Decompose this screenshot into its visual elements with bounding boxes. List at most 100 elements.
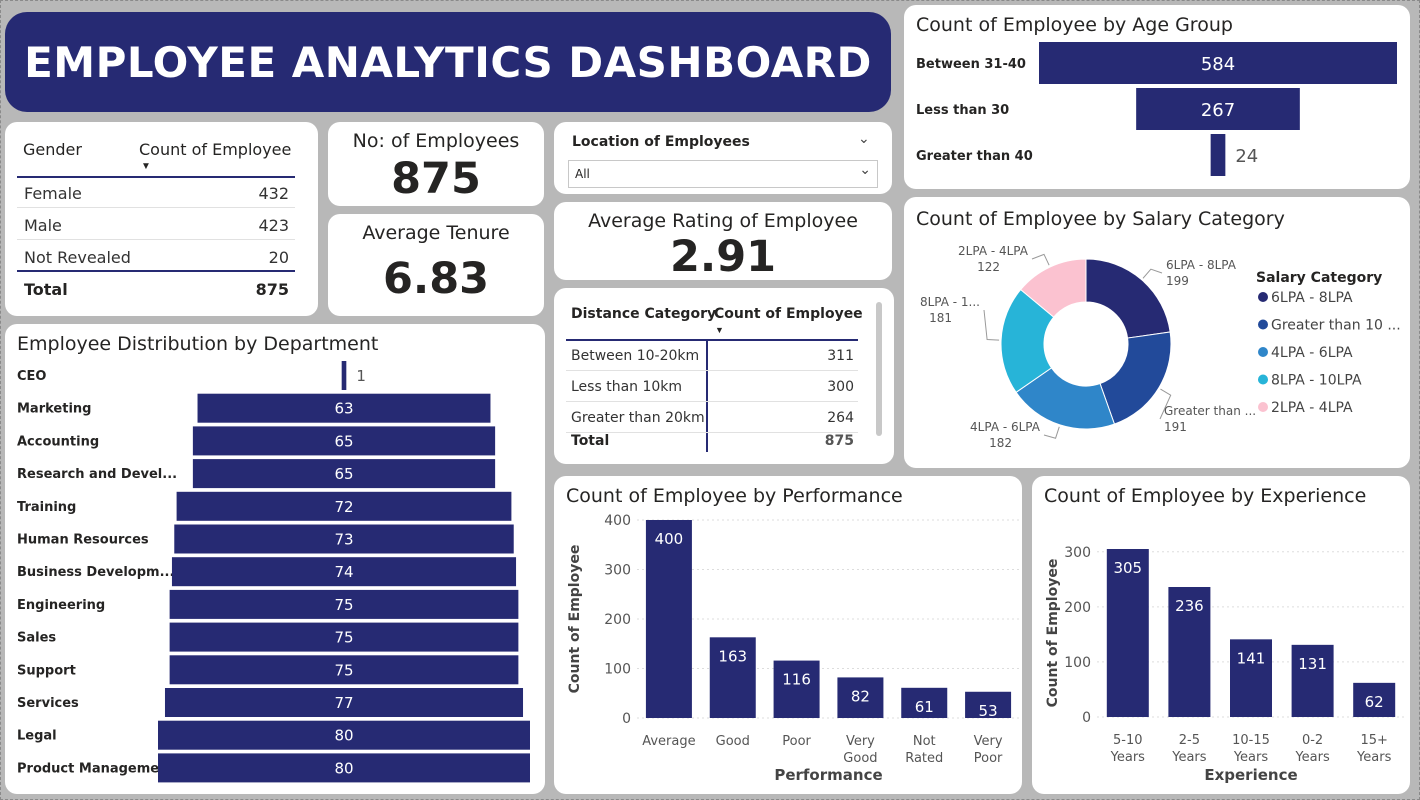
performance-xtick-label: Not <box>913 734 936 749</box>
dropdown-chevron-icon[interactable]: ⌄ <box>859 161 871 178</box>
experience-ytick-label: 100 <box>1064 655 1091 671</box>
performance-ytick-label: 100 <box>604 662 631 678</box>
salary-slice-value: 181 <box>929 311 952 325</box>
tenure-kpi-value: 6.83 <box>382 254 490 304</box>
sort-down-icon[interactable]: ▼ <box>715 325 724 335</box>
experience-chart-card[interactable]: Count of Employee by Experience 0 100 200 3… <box>1032 476 1410 794</box>
experience-ytick-label: 200 <box>1064 600 1091 616</box>
department-data-label: 80 <box>334 727 353 745</box>
department-category-label: Services <box>17 696 79 711</box>
employees-kpi-value: 875 <box>391 154 481 204</box>
performance-xtick-label: Very <box>974 734 1003 749</box>
department-data-label: 1 <box>356 367 366 385</box>
total-divider <box>17 270 295 272</box>
count-cell: 264 <box>827 410 854 426</box>
experience-xtick-label: 5-10 <box>1113 733 1143 748</box>
chevron-down-icon[interactable]: ⌄ <box>858 130 870 147</box>
count-cell: 311 <box>827 348 854 364</box>
performance-chart-card[interactable]: Count of Employee by Performance 0 100 200… <box>554 476 1022 794</box>
dashboard-title: EMPLOYEE ANALYTICS DASHBOARD <box>24 37 872 87</box>
department-bar <box>341 361 347 390</box>
total-value: 875 <box>255 280 289 299</box>
performance-data-label: 61 <box>915 698 934 716</box>
performance-data-label: 82 <box>851 687 870 705</box>
gender-cell: Female <box>24 184 82 203</box>
salary-slice-value: 182 <box>989 436 1012 450</box>
salary-slice-label: 4LPA - 6LPA <box>970 420 1041 434</box>
experience-chart[interactable]: 0 100 200 300 305 5-10 Years 236 2-5 Years 141 10-1… <box>1032 476 1410 794</box>
salary-slice-value: 199 <box>1166 274 1189 288</box>
department-category-label: Training <box>17 500 76 515</box>
age-data-label: 584 <box>1201 54 1235 75</box>
employees-kpi-card: No: of Employees 875 <box>328 122 544 206</box>
department-data-label: 75 <box>334 629 353 647</box>
distance-count-header[interactable]: Count of Employee <box>714 306 863 322</box>
sort-down-icon[interactable]: ▼ <box>141 161 151 172</box>
performance-data-label: 53 <box>979 702 998 720</box>
department-data-label: 65 <box>334 465 353 483</box>
age-group-chart-card[interactable]: Count of Employee by Age Group Between 3… <box>904 5 1410 189</box>
salary-legend-marker <box>1258 402 1268 412</box>
salary-donut-chart[interactable]: 6LPA - 8LPA 199 Greater than ... 191 4LPA - … <box>904 197 1410 468</box>
performance-ytick-label: 200 <box>604 612 631 628</box>
age-category-label: Greater than 40 <box>916 149 1033 164</box>
salary-legend-entry: 4LPA - 6LPA <box>1271 345 1353 361</box>
performance-xtick-label: Rated <box>905 751 943 766</box>
experience-xtick-label: Years <box>1356 750 1392 765</box>
distance-table-card[interactable]: Distance Category Count of Employee ▼ Be… <box>554 288 894 464</box>
salary-slice-label: 6LPA - 8LPA <box>1166 258 1237 272</box>
department-category-label: Accounting <box>17 434 99 449</box>
count-cell: 423 <box>258 216 289 235</box>
department-category-label: CEO <box>17 369 46 384</box>
performance-ytick-label: 400 <box>604 513 631 529</box>
department-data-label: 72 <box>334 498 353 516</box>
department-data-label: 74 <box>334 563 353 581</box>
count-cell: 432 <box>258 184 289 203</box>
rating-kpi-value: 2.91 <box>669 232 777 280</box>
gender-table-card[interactable]: Gender Count of Employee ▼ Female 432 Male… <box>5 122 318 316</box>
performance-data-label: 116 <box>782 671 811 689</box>
salary-legend-entry: 6LPA - 8LPA <box>1271 290 1353 306</box>
age-bar <box>1210 134 1226 176</box>
performance-bar <box>645 520 692 718</box>
salary-slice <box>1099 331 1172 425</box>
distance-cell: Greater than 20km <box>571 410 705 426</box>
scrollbar[interactable] <box>876 302 882 436</box>
department-category-label: Support <box>17 663 76 678</box>
age-group-chart[interactable]: Between 31-40 584 Less than 30 267 Greater t… <box>904 5 1410 189</box>
total-label: Total <box>571 433 610 449</box>
location-dropdown[interactable]: All ⌄ <box>568 160 878 188</box>
location-dropdown-value: All <box>575 167 590 181</box>
department-data-label: 80 <box>334 759 353 777</box>
department-data-label: 75 <box>334 596 353 614</box>
employees-kpi-label: No: of Employees <box>352 130 520 152</box>
department-category-label: Human Resources <box>17 533 149 548</box>
age-category-label: Less than 30 <box>916 103 1009 118</box>
distance-header[interactable]: Distance Category <box>571 306 716 322</box>
department-chart[interactable]: CEO 1 Marketing 63 Accounting 65 Research and … <box>5 324 545 794</box>
performance-ytick-label: 0 <box>622 711 631 727</box>
department-category-label: Legal <box>17 729 57 744</box>
tenure-kpi-card: Average Tenure 6.83 <box>328 214 544 316</box>
distance-cell: Less than 10km <box>571 379 683 395</box>
distance-cell: Between 10-20km <box>571 348 700 364</box>
department-data-label: 77 <box>334 694 353 712</box>
row-divider <box>566 370 858 371</box>
salary-legend-marker <box>1258 292 1268 302</box>
performance-xtick-label: Poor <box>974 751 1003 766</box>
row-divider <box>566 401 858 402</box>
department-data-label: 65 <box>334 432 353 450</box>
performance-chart[interactable]: 0 100 200 300 400 400 Average 163 Good 116 Poor 82 V… <box>554 476 1022 794</box>
tenure-kpi-label: Average Tenure <box>362 222 510 244</box>
count-header[interactable]: Count of Employee <box>139 140 291 159</box>
performance-yaxis-title: Count of Employee <box>567 545 583 694</box>
experience-xtick-label: Years <box>1233 750 1269 765</box>
experience-xtick-label: 0-2 <box>1302 733 1323 748</box>
salary-chart-card[interactable]: Count of Employee by Salary Category 6LP… <box>904 197 1410 468</box>
department-chart-card[interactable]: Employee Distribution by Department CEO 1… <box>5 324 545 794</box>
gender-header[interactable]: Gender <box>23 140 82 159</box>
experience-data-label: 141 <box>1237 649 1266 667</box>
salary-slice <box>1085 258 1171 339</box>
location-filter-card[interactable]: Location of Employees ⌄ All ⌄ <box>554 122 892 194</box>
salary-legend-marker <box>1258 374 1268 385</box>
